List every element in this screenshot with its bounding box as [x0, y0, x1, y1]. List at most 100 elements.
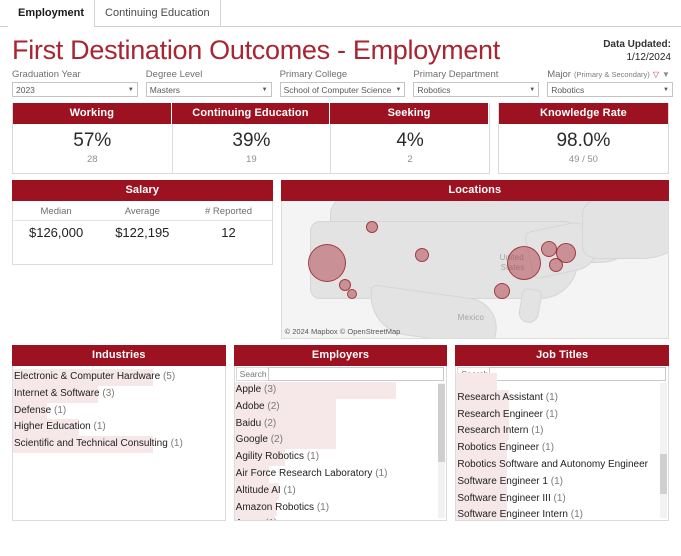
kpi-seeking-value: 4%	[396, 130, 424, 151]
kpi-continuing-education-count: 19	[246, 154, 257, 165]
filter-primary-college: Primary College School of Computer Scien…	[279, 69, 406, 97]
salary-average-value: $122,195	[115, 225, 170, 240]
bottom-row: Industries Electronic & Computer Hardwar…	[0, 345, 681, 521]
list-item-partial[interactable]	[456, 373, 668, 390]
filter-graduation-year-label-text: Graduation Year	[12, 69, 81, 80]
clear-filter-icon[interactable]: ▽	[653, 70, 659, 79]
map-point-marker[interactable]	[307, 244, 346, 282]
employer-name: Air Force Research Laboratory	[235, 467, 373, 479]
job-title-count: (1)	[531, 425, 544, 437]
list-item[interactable]: Software Engineer 1 (1)	[456, 473, 668, 491]
map-point-marker[interactable]	[540, 241, 557, 257]
industry-name: Higher Education	[14, 421, 91, 433]
map-attribution: © 2024 Mapbox © OpenStreetMap	[284, 327, 401, 336]
filter-graduation-year-select[interactable]: 2023 ▼	[12, 82, 138, 97]
employer-name: Adobe	[235, 400, 265, 412]
list-item[interactable]: Air Force Research Laboratory (1)	[234, 465, 447, 483]
employers-search-input[interactable]	[267, 367, 445, 381]
filter-menu-chevron-down-icon[interactable]: ▼	[662, 70, 670, 79]
industry-count: (1)	[93, 421, 106, 433]
list-item[interactable]: Agility Robotics (1)	[234, 449, 447, 466]
chevron-down-icon: ▼	[395, 86, 402, 93]
job-titles-scrollbar-track[interactable]	[660, 383, 668, 518]
job-title-name: Robotics Engineer	[457, 442, 540, 454]
list-item[interactable]: Research Assistant (1)	[456, 389, 668, 407]
kpi-continuing-education-body: 39% 19	[171, 124, 331, 173]
chevron-down-icon: ▼	[261, 86, 268, 93]
employer-count: (3)	[264, 384, 277, 395]
chevron-down-icon: ▼	[529, 86, 536, 93]
job-title-name: Research Assistant	[457, 391, 543, 403]
kpi-working-value: 57%	[73, 130, 112, 151]
map-point-marker[interactable]	[414, 248, 429, 262]
list-item[interactable]: Amazon Robotics (1)	[234, 499, 447, 517]
employer-count: (1)	[283, 484, 296, 496]
map-point-marker[interactable]	[506, 246, 541, 280]
employer-count: (1)	[316, 501, 330, 513]
map-point-marker[interactable]	[365, 221, 378, 233]
list-item[interactable]: Software Engineer Intern (1)	[456, 507, 668, 520]
filter-primary-college-select[interactable]: School of Computer Science ▼	[279, 82, 406, 97]
locations-panel-title: Locations	[280, 180, 669, 201]
employers-search-row: Search	[235, 366, 447, 382]
list-item[interactable]: Internet & Software (3)	[13, 385, 225, 403]
map-point-marker[interactable]	[346, 289, 357, 299]
industry-count: (3)	[102, 387, 115, 399]
map-point-marker[interactable]	[548, 258, 563, 272]
list-item[interactable]: Electronic & Computer Hardware (5)	[13, 369, 225, 386]
list-item[interactable]: Altitude AI (1)	[234, 482, 447, 500]
industries-panel: Industries Electronic & Computer Hardwar…	[12, 345, 226, 521]
list-item[interactable]: Research Intern (1)	[456, 423, 668, 441]
filter-graduation-year-value: 2023	[16, 84, 35, 95]
list-item[interactable]: Arena (1)	[234, 516, 447, 520]
list-item[interactable]: Research Engineer (1)	[456, 406, 668, 424]
salary-median-value: $126,000	[28, 225, 84, 240]
kpi-knowledge-rate-body: 98.0% 49 / 50	[498, 124, 668, 173]
filter-major-label-text: Major	[547, 69, 571, 80]
job-titles-scrollbar-thumb[interactable]	[660, 454, 668, 494]
tab-bar-filler	[221, 0, 681, 26]
industry-name: Electronic & Computer Hardware	[14, 371, 161, 382]
map-point-marker[interactable]	[493, 283, 510, 299]
list-item[interactable]: Defense (1)	[13, 402, 225, 420]
filter-primary-college-value: School of Computer Science	[283, 84, 392, 95]
salary-table: Median Average # Reported $126,000 $122,…	[12, 201, 273, 265]
filter-graduation-year: Graduation Year 2023 ▼	[12, 69, 138, 97]
filter-major-select[interactable]: Robotics ▼	[547, 82, 673, 97]
filter-degree-level-value: Masters	[149, 84, 181, 95]
employer-count: (1)	[306, 451, 320, 463]
employer-count: (2)	[267, 400, 280, 412]
filter-degree-level-select[interactable]: Masters ▼	[145, 82, 272, 97]
page-title: First Destination Outcomes - Employment	[12, 35, 500, 65]
employer-count: (2)	[264, 417, 277, 429]
industry-name: Defense	[14, 404, 52, 416]
list-item[interactable]: Robotics Software and Autonomy Engineer	[456, 456, 668, 474]
list-item[interactable]: Apple (3)	[234, 382, 447, 399]
chevron-down-icon: ▼	[127, 86, 134, 93]
locations-map[interactable]: United States Mexico © 2024 Mapbox © Ope…	[280, 201, 669, 339]
list-item[interactable]: Baidu (2)	[234, 415, 447, 433]
tab-employment[interactable]: Employment	[8, 0, 96, 27]
list-item[interactable]: Higher Education (1)	[13, 419, 225, 437]
industry-count: (5)	[162, 371, 176, 382]
tab-employment-label: Employment	[18, 7, 85, 19]
map-landmass-canada-east	[581, 201, 668, 259]
filter-primary-department-label-text: Primary Department	[413, 69, 499, 80]
employers-list: Search Apple (3) Adobe (2) Baidu (2) Goo…	[233, 366, 448, 521]
job-titles-list: Search Research Assistant (1) Research E…	[455, 366, 670, 521]
tab-continuing-education-label: Continuing Education	[105, 7, 210, 19]
tab-continuing-education[interactable]: Continuing Education	[95, 0, 221, 26]
kpi-seeking-body: 4% 2	[330, 124, 489, 173]
kpi-seeking-count: 2	[407, 154, 413, 165]
employers-scrollbar-thumb[interactable]	[438, 384, 446, 462]
list-item[interactable]: Robotics Engineer (1)	[456, 440, 668, 457]
list-item[interactable]: Scientific and Technical Consulting (1)	[13, 436, 225, 453]
mid-row: Salary Median Average # Reported $126,00…	[0, 180, 681, 339]
employer-name: Altitude AI	[235, 484, 281, 496]
list-item[interactable]: Adobe (2)	[234, 398, 447, 416]
filter-primary-department-select[interactable]: Robotics ▼	[413, 82, 540, 97]
filter-primary-college-label: Primary College	[280, 69, 406, 80]
list-item[interactable]: Google (2)	[234, 432, 447, 450]
job-title-count: (1)	[550, 475, 563, 487]
list-item[interactable]: Software Engineer III (1)	[456, 490, 668, 508]
